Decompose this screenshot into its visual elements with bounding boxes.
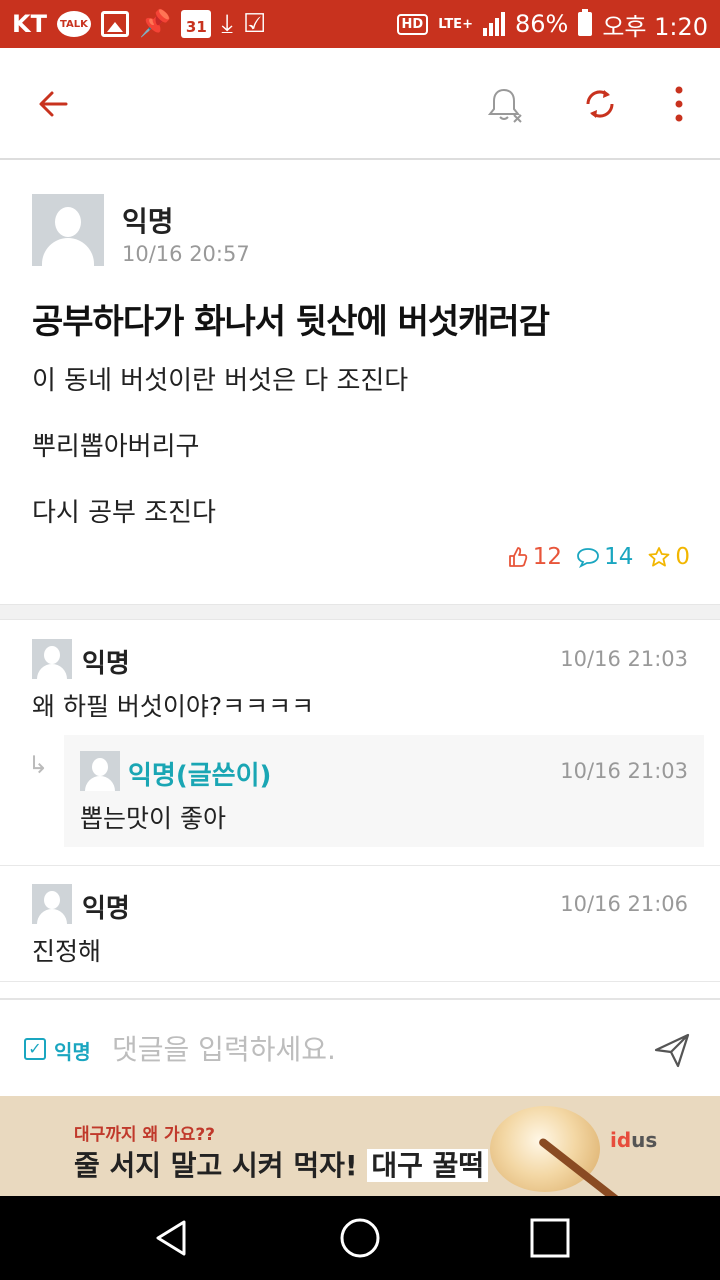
battery-icon (578, 9, 593, 36)
comment-text: 진정해 (32, 937, 102, 966)
comment-author: 익명 (82, 649, 130, 679)
scrap-count-value: 0 (675, 544, 690, 570)
reply-timestamp: 10/16 21:03 (560, 759, 688, 783)
post-body-line: 뿌리뽑아버리구 (32, 432, 200, 462)
ad-headline-text: 줄 서지 말고 시켜 먹자! (74, 1149, 358, 1182)
comment-item: 익명 10/16 21:03 왜 하필 버섯이야?ㅋㅋㅋㅋ ↳ 익명(글쓴이) … (0, 621, 720, 866)
status-bar: KT TALK 📌 31 ⤓ ☑ HD LTE+ 86% 오후 1:20 (0, 0, 720, 48)
reply-text: 뽑는맛이 좋아 (80, 804, 226, 833)
ad-banner[interactable]: 대구까지 왜 가요?? 줄 서지 말고 시켜 먹자! 대구 꿀떡 idus (0, 1096, 720, 1196)
reply-item: 익명(글쓴이) 10/16 21:03 뽑는맛이 좋아 (64, 735, 704, 847)
nav-home-icon[interactable] (338, 1216, 382, 1260)
post-stats: 12 14 0 (507, 544, 690, 570)
comment-count: 14 (576, 544, 633, 570)
bell-off-icon[interactable] (484, 84, 524, 124)
battery-percent: 86% (514, 10, 569, 38)
section-divider (0, 604, 720, 620)
star-icon (648, 547, 670, 567)
kakaotalk-icon: TALK (56, 11, 91, 37)
more-vert-icon[interactable] (664, 84, 694, 124)
reply-arrow-icon: ↳ (28, 751, 49, 779)
anonymous-label[interactable]: 익명 (54, 1036, 91, 1065)
comment-item: 익명 10/16 21:06 진정해 (0, 866, 720, 982)
checkbox-icon: ☑ (242, 9, 267, 39)
anonymous-checkbox[interactable]: ✓ (24, 1038, 46, 1060)
download-icon: ⤓ (221, 9, 233, 39)
ad-headline: 줄 서지 말고 시켜 먹자! 대구 꿀떡 (74, 1144, 489, 1184)
like-count[interactable]: 12 (507, 544, 562, 570)
nav-recent-icon[interactable] (528, 1216, 572, 1260)
clock: 오후 1:20 (602, 12, 708, 41)
avatar[interactable] (32, 884, 72, 924)
comment-count-value: 14 (604, 544, 634, 570)
ad-subtitle: 대구까지 왜 가요?? (74, 1125, 216, 1145)
ad-logo-part: us (631, 1128, 658, 1152)
like-count-value: 12 (532, 544, 563, 570)
post-author: 익명 (122, 205, 174, 238)
thumbs-up-icon (508, 547, 528, 567)
system-nav-bar (0, 1196, 720, 1280)
comment-timestamp: 10/16 21:06 (560, 892, 688, 916)
lte-icon: LTE+ (438, 16, 473, 32)
comment-author: 익명 (82, 894, 130, 924)
carrier-label: KT (12, 10, 47, 38)
avatar[interactable] (32, 639, 72, 679)
comment-input-bar: ✓ 익명 (0, 998, 720, 1096)
app-bar (0, 48, 720, 160)
comment-text: 왜 하필 버섯이야?ㅋㅋㅋㅋ (32, 692, 315, 721)
refresh-icon[interactable] (580, 84, 620, 124)
reply-author: 익명(글쓴이) (128, 761, 272, 791)
ad-logo-part: id (610, 1128, 632, 1152)
calendar-icon: 31 (181, 10, 212, 38)
ad-logo: idus (610, 1128, 657, 1152)
nav-back-icon[interactable] (150, 1216, 194, 1260)
post-body-line: 이 동네 버섯이란 버섯은 다 조진다 (32, 366, 409, 396)
hd-voice-icon: HD (396, 13, 429, 35)
post-body-line: 다시 공부 조진다 (32, 498, 216, 528)
speech-bubble-icon (577, 548, 599, 568)
back-arrow-icon[interactable] (36, 86, 72, 122)
send-icon[interactable] (652, 1030, 692, 1070)
pin-icon: 📌 (138, 9, 172, 39)
post-timestamp: 10/16 20:57 (122, 242, 250, 266)
avatar[interactable] (80, 751, 120, 791)
post: 익명 10/16 20:57 공부하다가 화나서 뒷산에 버섯캐러감 이 동네 … (0, 162, 720, 604)
post-title: 공부하다가 화나서 뒷산에 버섯캐러감 (32, 302, 550, 342)
ad-highlight: 대구 꿀떡 (367, 1149, 489, 1182)
signal-icon (482, 12, 505, 36)
scrap-count[interactable]: 0 (647, 544, 690, 570)
avatar[interactable] (32, 194, 104, 266)
comment-timestamp: 10/16 21:03 (560, 647, 688, 671)
gallery-icon (100, 11, 129, 37)
comment-input[interactable] (112, 1026, 632, 1072)
